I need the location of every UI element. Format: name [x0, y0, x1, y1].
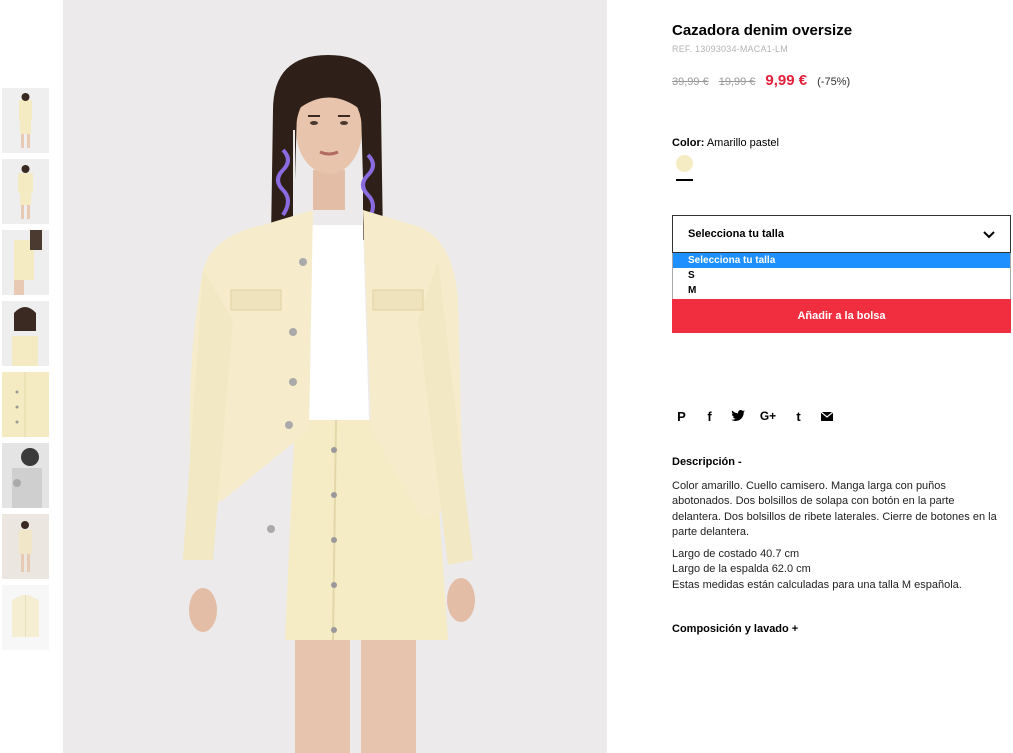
- chevron-down-icon: [983, 231, 995, 239]
- thumbnail-2[interactable]: [2, 159, 49, 224]
- thumbnail-6[interactable]: [2, 443, 49, 508]
- thumbnail-3[interactable]: [2, 230, 49, 295]
- thumbnail-gallery: [2, 88, 50, 656]
- color-value: Amarillo pastel: [706, 137, 779, 149]
- color-swatch[interactable]: [676, 155, 693, 172]
- color-label: Color:: [672, 137, 705, 149]
- size-select-label: Selecciona tu talla: [688, 228, 784, 240]
- original-price: 39,99 €: [672, 76, 709, 88]
- google-plus-icon[interactable]: G+: [758, 408, 778, 424]
- previous-price: 19,99 €: [718, 76, 756, 88]
- twitter-icon[interactable]: [730, 408, 745, 424]
- social-share: P f G+ t: [674, 408, 834, 424]
- measure-line: Largo de costado 40.7 cm: [672, 548, 800, 560]
- size-option[interactable]: S: [673, 268, 1010, 283]
- swatch-selected-indicator: [676, 179, 693, 181]
- main-product-image[interactable]: [63, 0, 607, 753]
- description-text: Color amarillo. Cuello camisero. Manga l…: [672, 480, 997, 538]
- product-ref: REF. 13093034-MACA1-LM: [672, 44, 788, 54]
- color-row: Color: Amarillo pastel: [672, 137, 779, 149]
- thumbnail-7[interactable]: [2, 514, 49, 579]
- measure-line: Largo de la espalda 62.0 cm: [672, 563, 811, 576]
- size-dropdown: Selecciona tu talla S M: [672, 253, 1011, 300]
- size-option[interactable]: Selecciona tu talla: [673, 253, 1010, 268]
- discount-badge: (-75%): [817, 76, 851, 88]
- composition-title[interactable]: Composición y lavado +: [672, 623, 798, 635]
- thumbnail-5[interactable]: [2, 372, 49, 437]
- measure-line: Estas medidas están calculadas para una …: [672, 578, 962, 591]
- description-title[interactable]: Descripción -: [672, 456, 742, 468]
- thumbnail-4[interactable]: [2, 301, 49, 366]
- product-title: Cazadora denim oversize: [672, 22, 853, 39]
- current-price: 9,99 €: [765, 72, 808, 89]
- facebook-icon[interactable]: f: [702, 408, 717, 424]
- thumbnail-8[interactable]: [2, 585, 49, 650]
- size-option[interactable]: M: [673, 283, 1010, 298]
- pinterest-icon[interactable]: P: [674, 408, 689, 424]
- price-row: 39,99 € 19,99 € 9,99 € (-75%): [672, 72, 850, 89]
- size-select[interactable]: Selecciona tu talla: [672, 215, 1011, 253]
- mail-icon[interactable]: [819, 408, 834, 424]
- measures: Largo de costado 40.7 cm Largo de la esp…: [672, 547, 1004, 593]
- add-to-bag-button[interactable]: Añadir a la bolsa: [672, 299, 1011, 333]
- thumbnail-1[interactable]: [2, 88, 49, 153]
- tumblr-icon[interactable]: t: [791, 408, 806, 424]
